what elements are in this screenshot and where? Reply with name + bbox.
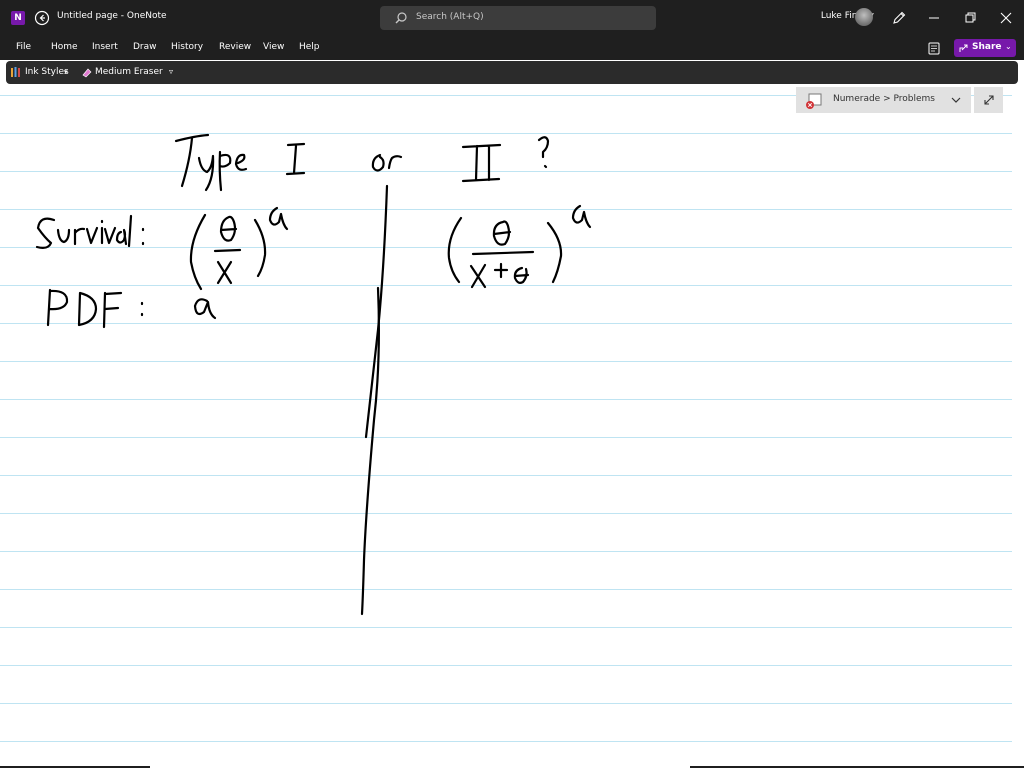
- rule-line: [0, 323, 1012, 324]
- share-button[interactable]: Share ⌄: [954, 39, 1016, 57]
- search-box[interactable]: Search (Alt+Q): [380, 6, 656, 30]
- chevron-down-icon: [951, 97, 961, 103]
- close-icon[interactable]: [996, 8, 1016, 28]
- ink-styles-button[interactable]: Ink Styles: [25, 67, 69, 77]
- rule-line: [0, 703, 1012, 704]
- search-placeholder: Search (Alt+Q): [416, 12, 484, 22]
- back-arrow-icon[interactable]: [34, 10, 50, 26]
- rule-line: [0, 247, 1012, 248]
- rule-line: [0, 133, 1012, 134]
- notebook-sync-error-icon: [806, 93, 822, 109]
- note-page[interactable]: [0, 86, 1024, 768]
- eraser-button[interactable]: Medium Eraser: [95, 67, 163, 77]
- rule-line: [0, 551, 1012, 552]
- ink-styles-icon: [11, 67, 20, 77]
- search-icon: [395, 12, 407, 24]
- rule-line: [0, 399, 1012, 400]
- tab-history[interactable]: History: [171, 42, 203, 52]
- rule-line: [0, 209, 1012, 210]
- tab-draw[interactable]: Draw: [133, 42, 157, 52]
- rule-line: [0, 665, 1012, 666]
- restore-icon[interactable]: [960, 8, 980, 28]
- tab-insert[interactable]: Insert: [92, 42, 118, 52]
- pen-icon[interactable]: [891, 10, 907, 26]
- rule-line: [0, 627, 1012, 628]
- share-icon: [959, 44, 968, 52]
- tab-home[interactable]: Home: [51, 42, 78, 52]
- expand-button[interactable]: [974, 87, 1003, 113]
- rule-line: [0, 741, 1012, 742]
- title-bar: N Untitled page - OneNote Search (Alt+Q)…: [0, 0, 1024, 36]
- tab-review[interactable]: Review: [219, 42, 251, 52]
- minimize-icon[interactable]: [924, 8, 944, 28]
- chevron-down-icon[interactable]: ▾: [64, 68, 68, 76]
- window-title: Untitled page - OneNote: [57, 11, 167, 21]
- draw-toolbar: Ink Styles ▾ Medium Eraser ▿: [6, 61, 1018, 84]
- eraser-icon: [82, 68, 92, 78]
- more-tools-icon[interactable]: ▿: [169, 67, 173, 76]
- tab-help[interactable]: Help: [299, 42, 320, 52]
- chevron-down-icon: ⌄: [1005, 42, 1012, 51]
- tab-view[interactable]: View: [263, 42, 284, 52]
- rule-line: [0, 437, 1012, 438]
- share-label: Share: [972, 42, 1002, 52]
- rule-line: [0, 475, 1012, 476]
- avatar[interactable]: [855, 8, 873, 26]
- immersive-reader-icon[interactable]: [926, 40, 942, 56]
- rule-line: [0, 361, 1012, 362]
- rule-line: [0, 285, 1012, 286]
- rule-line: [0, 589, 1012, 590]
- onenote-logo-icon: N: [11, 11, 25, 25]
- rule-line: [0, 171, 1012, 172]
- notebook-location-button[interactable]: Numerade > Problems: [796, 87, 971, 113]
- notebook-location-label: Numerade > Problems: [833, 94, 935, 104]
- tab-file[interactable]: File: [16, 42, 31, 52]
- ribbon-tabs: File Home Insert Draw History Review Vie…: [0, 36, 1024, 60]
- expand-icon: [984, 95, 994, 105]
- rule-line: [0, 513, 1012, 514]
